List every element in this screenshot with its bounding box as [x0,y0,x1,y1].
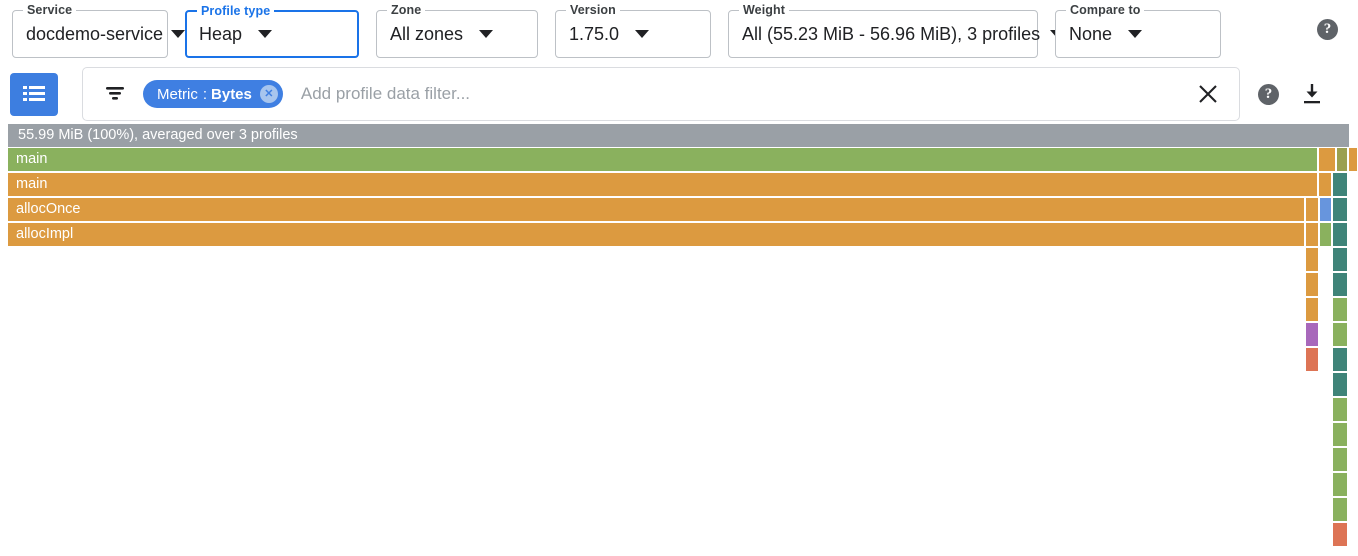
dropdown-version-value: 1.75.0 [569,23,619,45]
list-view-toggle-button[interactable] [10,73,58,116]
flame-frame[interactable] [1333,248,1348,271]
help-circle-icon[interactable]: ? [1258,84,1279,105]
flame-frame[interactable] [1333,323,1348,346]
chevron-down-icon [635,30,649,38]
filter-chip-value: Bytes [211,86,252,103]
dropdown-service-value: docdemo-service [26,23,163,45]
flame-frame[interactable] [1333,448,1348,471]
flame-frame[interactable] [1306,348,1319,371]
filter-chip-metric[interactable]: Metric : Bytes ✕ [143,80,283,108]
dropdown-version[interactable]: Version1.75.0 [555,10,711,58]
chip-remove-icon[interactable]: ✕ [260,85,278,103]
filter-chip-separator: : [203,86,207,103]
flame-frame[interactable]: allocImpl [8,223,1305,246]
flame-frame[interactable] [1320,198,1332,221]
dropdown-service[interactable]: Servicedocdemo-service [12,10,168,58]
flame-frame[interactable]: allocOnce [8,198,1305,221]
dropdown-zone-label: Zone [387,3,425,17]
flame-frame[interactable] [1333,398,1348,421]
flame-frame[interactable] [1333,523,1348,546]
flame-frame[interactable] [1333,273,1348,296]
chevron-down-icon [258,30,272,38]
dropdown-service-label: Service [23,3,76,17]
flame-frame[interactable] [1306,248,1319,271]
dropdown-weight-value: All (55.23 MiB - 56.96 MiB), 3 profiles [742,23,1040,45]
flame-frame[interactable] [1333,223,1348,246]
flame-frame[interactable] [1349,148,1358,171]
flame-frame[interactable] [1306,323,1319,346]
flame-frame[interactable] [1333,373,1348,396]
flame-frame[interactable] [1319,148,1336,171]
dropdown-profile-type-label: Profile type [197,4,274,18]
profile-data-filter-input[interactable] [299,82,1191,106]
chevron-down-icon [479,30,493,38]
dropdown-weight[interactable]: WeightAll (55.23 MiB - 56.96 MiB), 3 pro… [728,10,1038,58]
dropdown-zone[interactable]: ZoneAll zones [376,10,538,58]
dropdown-weight-label: Weight [739,3,789,17]
flame-frame[interactable] [1320,223,1332,246]
download-button[interactable] [1299,81,1325,107]
chevron-down-icon [1128,30,1142,38]
list-view-icon [23,85,45,103]
filter-funnel-icon[interactable] [105,86,125,102]
flame-frame[interactable] [1333,423,1348,446]
filter-bar: Servicedocdemo-serviceProfile typeHeapZo… [0,0,1358,64]
help-circle-icon[interactable]: ? [1317,19,1338,40]
flame-frame[interactable] [1333,473,1348,496]
profile-filter-box[interactable]: Metric : Bytes ✕ [82,67,1240,121]
flame-frame[interactable] [1333,198,1348,221]
dropdown-profile-type[interactable]: Profile typeHeap [185,10,359,58]
flame-frame[interactable] [1306,198,1319,221]
flame-frame[interactable] [1337,148,1348,171]
flame-frame[interactable]: main [8,148,1318,171]
dropdown-compare-to-label: Compare to [1066,3,1144,17]
flame-frame[interactable] [1333,348,1348,371]
flame-frame[interactable] [1306,273,1319,296]
chevron-down-icon [171,30,185,38]
flame-root-frame[interactable]: 55.99 MiB (100%), averaged over 3 profil… [8,124,1350,147]
filter-chip-key: Metric [157,86,198,103]
flame-frame[interactable] [1306,223,1319,246]
dropdown-profile-type-value: Heap [199,23,242,45]
dropdown-zone-value: All zones [390,23,463,45]
flame-frame[interactable] [1333,173,1348,196]
flame-graph[interactable]: 55.99 MiB (100%), averaged over 3 profil… [0,124,1358,556]
flame-frame[interactable] [1333,298,1348,321]
profile-toolbar: Metric : Bytes ✕ ? [0,64,1358,124]
dropdown-version-label: Version [566,3,620,17]
flame-frame[interactable] [1319,173,1332,196]
flame-frame[interactable]: main [8,173,1318,196]
flame-frame[interactable] [1306,298,1319,321]
download-icon [1300,82,1324,106]
dropdown-compare-to[interactable]: Compare toNone [1055,10,1221,58]
dropdown-compare-to-value: None [1069,23,1112,45]
close-x-icon [1196,82,1220,106]
clear-filters-button[interactable] [1191,77,1225,111]
flame-frame[interactable] [1333,498,1348,521]
